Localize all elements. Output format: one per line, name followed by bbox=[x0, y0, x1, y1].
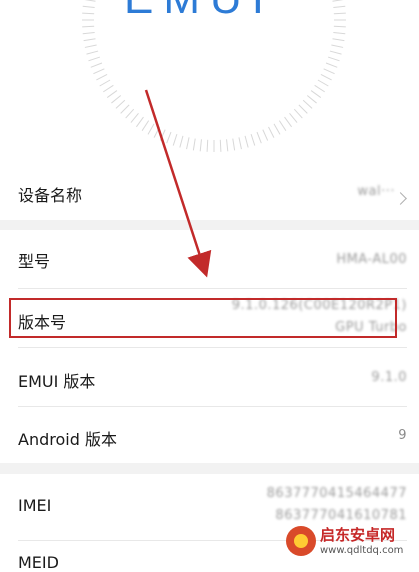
watermark-title: 启东安卓网 bbox=[320, 526, 396, 544]
dial-tick bbox=[153, 126, 160, 138]
dial-tick bbox=[256, 131, 262, 144]
dial-tick bbox=[327, 56, 340, 62]
model-value: HMA-AL00 bbox=[336, 252, 407, 267]
dial-tick bbox=[278, 120, 287, 131]
dial-tick bbox=[333, 5, 346, 8]
emui-version-value: 9.1.0 bbox=[371, 370, 407, 385]
dial-tick bbox=[226, 139, 229, 152]
dial-tick bbox=[88, 56, 101, 62]
dial-tick bbox=[141, 120, 150, 131]
dial-tick bbox=[192, 138, 196, 151]
dial-tick bbox=[314, 84, 325, 93]
dial-tick bbox=[317, 79, 329, 87]
dial-tick bbox=[147, 123, 155, 135]
dial-tick bbox=[96, 74, 108, 81]
dial-tick bbox=[82, 5, 95, 8]
device-name-label: 设备名称 bbox=[18, 186, 83, 205]
dial-tick bbox=[120, 104, 130, 114]
dial-tick bbox=[332, 0, 344, 2]
dial-tick bbox=[332, 38, 345, 42]
imei-value-line2: 863777041610781 bbox=[275, 508, 407, 523]
watermark-url: www.qdltdq.com bbox=[320, 545, 404, 556]
dial-tick bbox=[111, 95, 122, 104]
dial-tick bbox=[82, 25, 95, 28]
dial-tick bbox=[320, 74, 332, 81]
android-version-value: 9 bbox=[398, 428, 407, 443]
dial-tick bbox=[323, 68, 335, 75]
dial-tick bbox=[310, 90, 322, 98]
dial-tick bbox=[250, 133, 256, 146]
dial-tick bbox=[333, 12, 346, 15]
row-android-version[interactable]: Android 版本 9 bbox=[0, 407, 419, 463]
dial-tick bbox=[333, 32, 346, 35]
chevron-right-icon bbox=[392, 188, 407, 207]
dial-tick bbox=[179, 135, 184, 148]
dial-tick bbox=[86, 50, 99, 55]
imei-label: IMEI bbox=[18, 496, 52, 515]
dial-tick bbox=[302, 99, 313, 109]
emui-version-label: EMUI 版本 bbox=[18, 372, 96, 391]
dial-tick bbox=[333, 25, 346, 28]
section-gap bbox=[0, 463, 419, 474]
row-model[interactable]: 型号 HMA-AL00 bbox=[0, 230, 419, 288]
dial-tick bbox=[93, 68, 105, 75]
dial-tick bbox=[83, 38, 96, 42]
dial-tick bbox=[84, 44, 97, 48]
dial-tick bbox=[232, 138, 236, 151]
dial-tick bbox=[82, 32, 95, 35]
dial-tick bbox=[219, 139, 222, 152]
dial-tick bbox=[298, 104, 308, 114]
dial-tick bbox=[136, 116, 144, 128]
android-version-label: Android 版本 bbox=[18, 430, 117, 449]
imei-value-line1: 8637770415464477 bbox=[266, 486, 407, 501]
dial-tick bbox=[166, 131, 172, 144]
device-name-value: wal··· bbox=[357, 184, 395, 199]
dial-tick bbox=[115, 99, 126, 109]
dial-tick bbox=[159, 129, 166, 141]
dial-tick bbox=[306, 95, 317, 104]
meid-label: MEID bbox=[18, 553, 59, 572]
site-watermark: 启东安卓网 www.qdltdq.com bbox=[284, 522, 416, 562]
dial-tick bbox=[331, 44, 344, 48]
dial-tick bbox=[273, 123, 281, 135]
dial-tick bbox=[125, 108, 135, 119]
dial-tick bbox=[329, 50, 342, 55]
dial-tick bbox=[106, 90, 118, 98]
dial-tick bbox=[206, 139, 209, 152]
dial-tick bbox=[268, 126, 275, 138]
dial-tick bbox=[284, 116, 292, 128]
emui-logo: EMUI bbox=[124, 0, 274, 24]
dial-tick bbox=[186, 137, 190, 150]
dial-tick bbox=[199, 139, 202, 152]
watermark-logo-icon bbox=[286, 526, 316, 556]
dial-tick bbox=[262, 129, 269, 141]
dial-tick bbox=[103, 84, 114, 93]
model-label: 型号 bbox=[18, 252, 51, 271]
row-emui-version[interactable]: EMUI 版本 9.1.0 bbox=[0, 348, 419, 406]
dial-tick bbox=[238, 137, 242, 150]
dial-tick bbox=[244, 135, 249, 148]
dial-tick bbox=[99, 79, 111, 87]
row-device-name[interactable]: 设备名称 wal··· bbox=[0, 164, 419, 220]
dial-tick bbox=[130, 112, 139, 123]
dial-tick bbox=[289, 112, 298, 123]
dial-tick bbox=[90, 62, 103, 68]
dial-tick bbox=[172, 133, 178, 146]
about-phone-header: EMUI bbox=[0, 0, 419, 158]
dial-tick bbox=[82, 12, 95, 15]
dial-tick bbox=[325, 62, 338, 68]
annotation-highlight-box bbox=[9, 298, 397, 338]
section-gap bbox=[0, 220, 419, 230]
dial-tick bbox=[84, 0, 96, 2]
dial-tick bbox=[293, 108, 303, 119]
